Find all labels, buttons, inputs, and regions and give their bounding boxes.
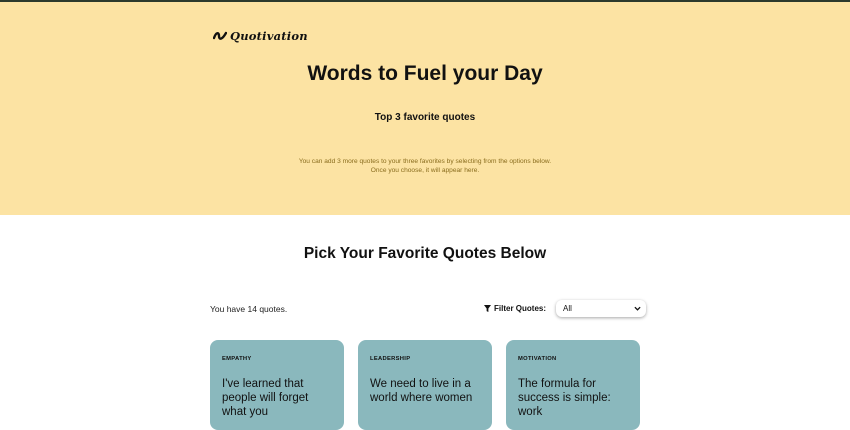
- filter-label-text: Filter Quotes:: [494, 304, 547, 313]
- favorites-hint: You can add 3 more quotes to your three …: [0, 158, 850, 175]
- quote-cards: EMPATHY I've learned that people will fo…: [210, 340, 640, 430]
- quote-category: EMPATHY: [222, 356, 252, 362]
- filter-select[interactable]: All: [556, 300, 647, 317]
- section-title: Pick Your Favorite Quotes Below: [303, 245, 547, 262]
- filter-label: Filter Quotes:: [484, 304, 546, 313]
- logo[interactable]: Quotivation: [213, 29, 308, 43]
- quote-text: We need to live in a world where women: [370, 378, 473, 404]
- quote-text: The formula for success is simple: work: [518, 378, 611, 418]
- quote-category: LEADERSHIP: [370, 356, 411, 362]
- quote-card[interactable]: EMPATHY I've learned that people will fo…: [210, 340, 344, 430]
- favorites-hint-line: You can add 3 more quotes to your three …: [298, 158, 552, 165]
- quote-card[interactable]: LEADERSHIP We need to live in a world wh…: [358, 340, 492, 430]
- swoosh-icon: [213, 31, 227, 40]
- quote-card[interactable]: MOTIVATION The formula for success is si…: [506, 340, 640, 430]
- chevron-down-icon: [634, 306, 641, 311]
- quote-count: You have 14 quotes.: [210, 304, 288, 314]
- favorites-hint-line: Once you choose, it will appear here.: [370, 166, 480, 174]
- quote-text: I've learned that people will forget wha…: [222, 378, 309, 418]
- favorites-heading: Top 3 favorite quotes: [374, 112, 476, 123]
- quote-category: MOTIVATION: [518, 356, 557, 362]
- logo-text: Quotivation: [230, 29, 308, 43]
- quote-filter: Filter Quotes: All: [484, 300, 647, 317]
- hero-banner: Quotivation Words to Fuel your Day Top 3…: [0, 2, 850, 215]
- page-title: Words to Fuel your Day: [307, 62, 543, 85]
- filter-select-value: All: [563, 304, 572, 313]
- funnel-icon: [484, 305, 491, 312]
